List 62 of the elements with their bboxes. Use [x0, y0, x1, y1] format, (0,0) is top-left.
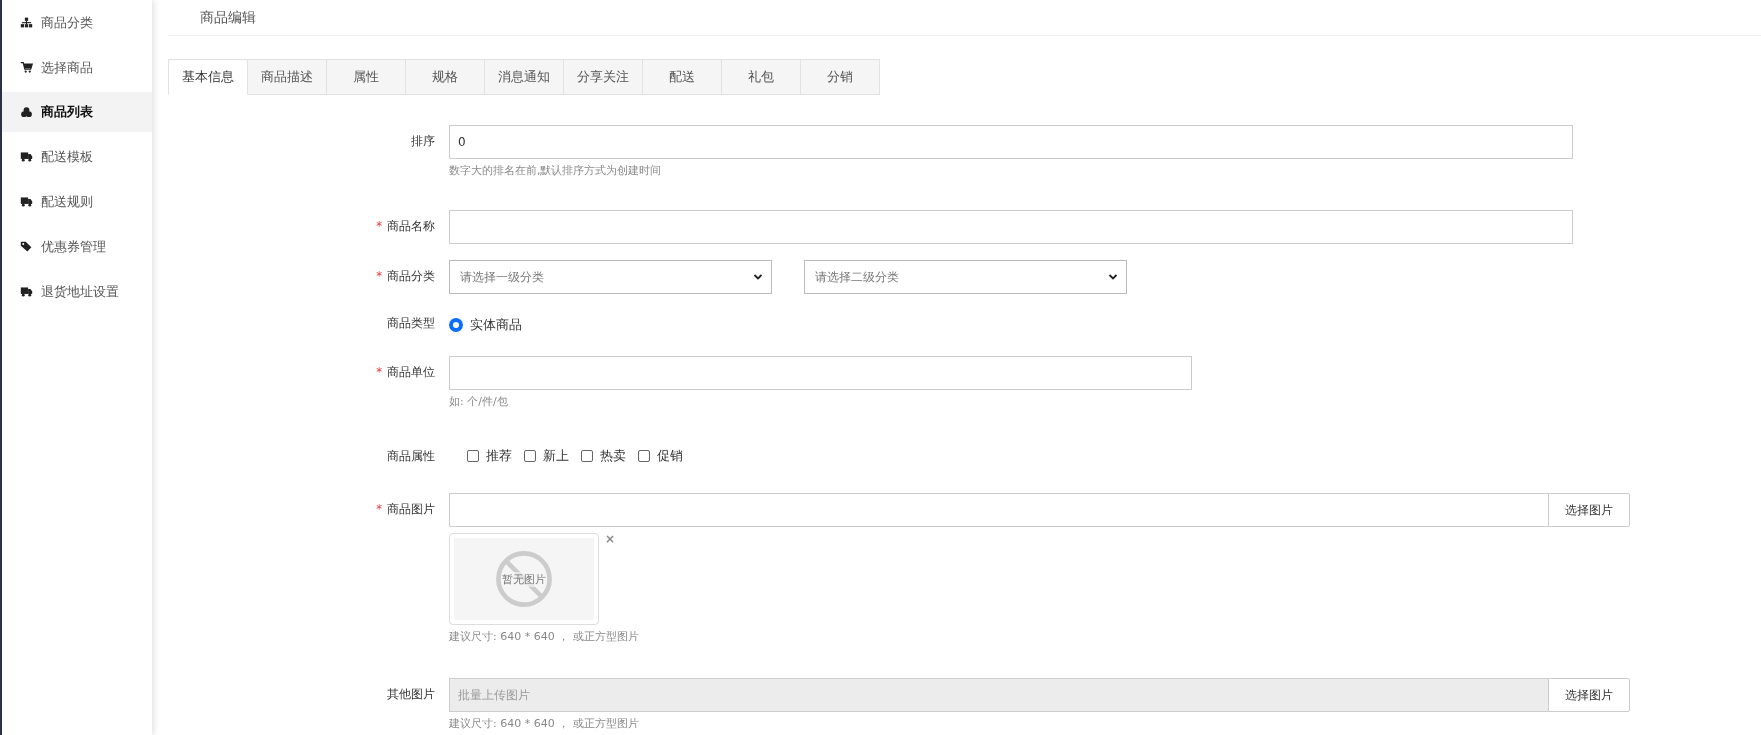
no-image-text: 暂无图片: [502, 571, 546, 587]
field-label: 排序: [411, 134, 435, 148]
chevron-down-icon: [753, 272, 763, 282]
help-text: 如: 个/件/包: [449, 394, 509, 409]
sidebar-item[interactable]: 商品分类: [2, 0, 152, 45]
required-asterisk: *: [376, 269, 382, 283]
sidebar-item[interactable]: 商品列表: [2, 92, 152, 132]
truck-icon: [20, 285, 33, 298]
required-asterisk: *: [376, 365, 382, 379]
page-title: 商品编辑: [200, 8, 256, 27]
option-label: 新上: [543, 447, 569, 465]
tab[interactable]: 配送: [643, 59, 722, 95]
select-image-button[interactable]: 选择图片: [1548, 493, 1630, 527]
chevron-down-icon: [1108, 272, 1118, 282]
tab[interactable]: 商品描述: [248, 59, 327, 95]
required-asterisk: *: [376, 502, 382, 516]
field-label: 商品类型: [387, 316, 435, 330]
select-dropdown[interactable]: 请选择二级分类: [804, 260, 1127, 294]
tab[interactable]: 礼包: [722, 59, 801, 95]
option-label: 推荐: [486, 447, 512, 465]
tab[interactable]: 属性: [327, 59, 406, 95]
checkbox[interactable]: [638, 450, 650, 462]
tab[interactable]: 基本信息: [168, 59, 248, 95]
sidebar-item[interactable]: 退货地址设置: [2, 269, 152, 314]
input-field[interactable]: [449, 356, 1192, 390]
sidebar-item[interactable]: 配送规则: [2, 179, 152, 224]
field-label: 商品分类: [387, 269, 435, 283]
input-field[interactable]: [449, 493, 1548, 527]
field-label: 商品单位: [387, 365, 435, 379]
tab[interactable]: 分销: [801, 59, 880, 95]
tab[interactable]: 分享关注: [564, 59, 643, 95]
input-field[interactable]: [449, 210, 1573, 244]
truck-icon: [20, 195, 33, 208]
no-image-icon: [493, 548, 555, 610]
tab[interactable]: 规格: [406, 59, 485, 95]
checkbox[interactable]: [581, 450, 593, 462]
input-field[interactable]: 0: [449, 125, 1573, 159]
truck-icon: [20, 150, 33, 163]
option-label: 实体商品: [470, 316, 522, 334]
field-label: 其他图片: [387, 687, 435, 701]
help-text: 建议尺寸: 640 * 640 ， 或正方型图片: [449, 629, 640, 644]
tag-icon: [20, 240, 33, 253]
cart-icon: [20, 61, 33, 74]
option-label: 促销: [657, 447, 683, 465]
cubes-icon: [20, 105, 33, 119]
required-asterisk: *: [376, 219, 382, 233]
help-text: 建议尺寸: 640 * 640 ， 或正方型图片: [449, 716, 640, 731]
field-label: 商品属性: [387, 449, 435, 463]
option-label: 热卖: [600, 447, 626, 465]
sidebar-item[interactable]: 选择商品: [2, 45, 152, 90]
help-text: 数字大的排名在前,默认排序方式为创建时间: [449, 163, 663, 178]
field-label: 商品图片: [387, 502, 435, 516]
remove-image-button[interactable]: ×: [605, 533, 616, 545]
checkbox[interactable]: [467, 450, 479, 462]
tab[interactable]: 消息通知: [485, 59, 564, 95]
checkbox[interactable]: [524, 450, 536, 462]
sidebar-item[interactable]: 优惠券管理: [2, 224, 152, 269]
sitemap-icon: [20, 16, 33, 29]
sidebar-item[interactable]: 配送模板: [2, 134, 152, 179]
field-label: 商品名称: [387, 219, 435, 233]
select-dropdown[interactable]: 请选择一级分类: [449, 260, 772, 294]
radio-button[interactable]: [449, 318, 463, 332]
